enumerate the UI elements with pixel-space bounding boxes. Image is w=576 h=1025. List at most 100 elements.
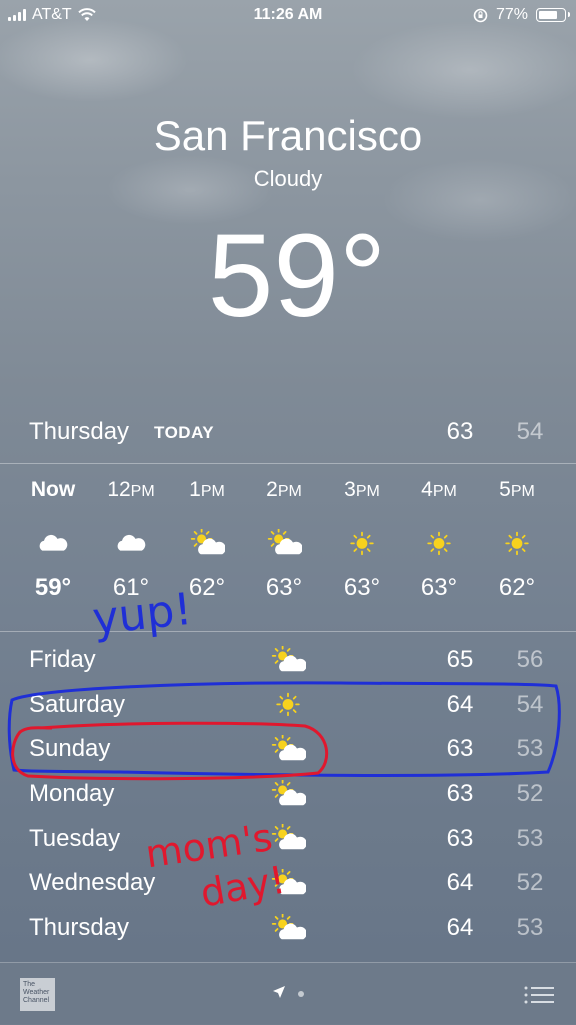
weather-condition: Cloudy bbox=[253, 166, 323, 191]
hour-icon-wrap bbox=[323, 518, 401, 568]
hour-label-suffix: PM bbox=[432, 483, 457, 500]
hourly-item: 12PM 61° bbox=[92, 470, 170, 602]
hour-label-suffix: PM bbox=[200, 483, 225, 500]
daily-high: 63 bbox=[446, 735, 474, 763]
today-day-label: Thursday bbox=[29, 418, 130, 445]
daily-day-label: Wednesday bbox=[29, 869, 156, 897]
bottom-toolbar: The Weather Channel bbox=[0, 962, 576, 1025]
city-list-icon[interactable] bbox=[524, 985, 554, 1005]
daily-day-label: Monday bbox=[29, 780, 115, 808]
daily-high: 64 bbox=[446, 914, 474, 942]
daily-icon-wrap bbox=[266, 910, 310, 946]
hour-icon-wrap bbox=[168, 518, 246, 568]
daily-low: 53 bbox=[516, 824, 544, 852]
hour-label-suffix: PM bbox=[510, 483, 535, 500]
daily-forecast[interactable]: Friday 65 56 Saturday 64 54 Sunday 63 53 Monday 63… bbox=[0, 638, 576, 951]
daily-row: Saturday 64 54 bbox=[0, 683, 576, 728]
daily-low: 54 bbox=[516, 690, 544, 718]
hourly-item: 5PM 62° bbox=[478, 470, 556, 602]
hour-label-text: 4 bbox=[421, 478, 433, 501]
hourly-item: 2PM 63° bbox=[245, 470, 323, 602]
partly-sunny-icon bbox=[267, 528, 302, 554]
today-summary-row: Thursday TODAY 63 54 bbox=[0, 412, 576, 452]
city-name: San Francisco bbox=[153, 112, 423, 159]
hour-label: 4PM bbox=[400, 470, 478, 510]
partly-sunny-icon bbox=[271, 913, 306, 939]
orientation-lock-icon bbox=[473, 8, 488, 22]
daily-icon-wrap bbox=[266, 865, 310, 901]
partly-sunny-icon bbox=[190, 528, 225, 554]
battery-icon bbox=[536, 8, 570, 22]
hour-temp: 63° bbox=[265, 574, 303, 601]
hour-icon-wrap bbox=[14, 518, 92, 568]
daily-row: Wednesday 64 52 bbox=[0, 861, 576, 906]
daily-icon-wrap bbox=[266, 776, 310, 812]
today-low: 54 bbox=[516, 418, 544, 445]
hour-label-text: 1 bbox=[189, 478, 201, 501]
hour-temp: 63° bbox=[343, 574, 381, 601]
hour-label: 3PM bbox=[323, 470, 401, 510]
cloud-icon bbox=[39, 534, 68, 551]
daily-high: 63 bbox=[446, 780, 474, 808]
daily-icon-wrap bbox=[266, 731, 310, 767]
cloud-icon bbox=[117, 534, 146, 551]
hour-temp: 62° bbox=[498, 574, 536, 601]
hour-icon-wrap bbox=[245, 518, 323, 568]
hour-icon-wrap bbox=[400, 518, 478, 568]
today-high: 63 bbox=[446, 418, 474, 445]
divider bbox=[0, 463, 576, 464]
hourly-forecast[interactable]: Now 59° 12PM 61° 1PM 62° 2PM 63° 3PM 63° 4PM 63° 5PM… bbox=[0, 470, 576, 630]
hour-temp: 63° bbox=[420, 574, 458, 601]
daily-day-label: Tuesday bbox=[29, 824, 121, 852]
hour-label-text: 12 bbox=[107, 478, 131, 501]
daily-row: Sunday 63 53 bbox=[0, 727, 576, 772]
hour-label: 5PM bbox=[478, 470, 556, 510]
daily-day-label: Thursday bbox=[29, 914, 130, 942]
daily-row: Monday 63 52 bbox=[0, 772, 576, 817]
hourly-item: 3PM 63° bbox=[323, 470, 401, 602]
sun-icon bbox=[350, 531, 374, 555]
daily-low: 56 bbox=[516, 646, 544, 673]
weather-channel-logo[interactable]: The Weather Channel bbox=[20, 978, 55, 1011]
hour-temp: 62° bbox=[188, 574, 226, 601]
sun-icon bbox=[505, 531, 529, 555]
daily-row: Tuesday 63 53 bbox=[0, 817, 576, 862]
daily-low: 53 bbox=[516, 914, 544, 942]
partly-sunny-icon bbox=[271, 779, 306, 805]
hour-icon-wrap bbox=[92, 518, 170, 568]
hour-label-text: 3 bbox=[344, 478, 356, 501]
status-bar: AT&T 11:26 AM 77% bbox=[0, 0, 576, 32]
sun-icon bbox=[427, 531, 451, 555]
partly-sunny-icon bbox=[271, 734, 306, 761]
hour-label: 2PM bbox=[245, 470, 323, 510]
partly-sunny-icon bbox=[271, 824, 306, 850]
daily-day-label: Friday bbox=[29, 646, 96, 673]
daily-high: 64 bbox=[446, 690, 474, 718]
location-arrow-icon[interactable] bbox=[272, 985, 286, 999]
daily-icon-wrap bbox=[266, 821, 310, 857]
daily-low: 53 bbox=[516, 735, 544, 763]
daily-high: 65 bbox=[446, 646, 474, 673]
hour-label-text: 2 bbox=[266, 478, 278, 501]
page-indicator-dot[interactable] bbox=[298, 991, 304, 997]
partly-sunny-icon bbox=[271, 645, 306, 671]
hour-label-text: 5 bbox=[499, 478, 511, 501]
daily-row: Friday 65 56 bbox=[0, 638, 576, 683]
current-temperature: 59° bbox=[207, 210, 387, 342]
hour-icon-wrap bbox=[478, 518, 556, 568]
battery-percent: 77% bbox=[495, 6, 528, 23]
daily-day-label: Saturday bbox=[29, 690, 126, 718]
daily-high: 64 bbox=[446, 869, 474, 897]
hour-label-text: Now bbox=[30, 478, 76, 501]
daily-row: Thursday 64 53 bbox=[0, 906, 576, 951]
hourly-item: 1PM 62° bbox=[168, 470, 246, 602]
hour-label: 1PM bbox=[168, 470, 246, 510]
today-tag: TODAY bbox=[154, 423, 215, 442]
hour-temp: 61° bbox=[112, 574, 150, 601]
daily-day-label: Sunday bbox=[29, 735, 111, 763]
hour-label: 12PM bbox=[92, 470, 170, 510]
hour-label: Now bbox=[14, 470, 92, 510]
hour-label-suffix: PM bbox=[277, 483, 302, 500]
hour-label-suffix: PM bbox=[130, 483, 155, 500]
hourly-item: 4PM 63° bbox=[400, 470, 478, 602]
